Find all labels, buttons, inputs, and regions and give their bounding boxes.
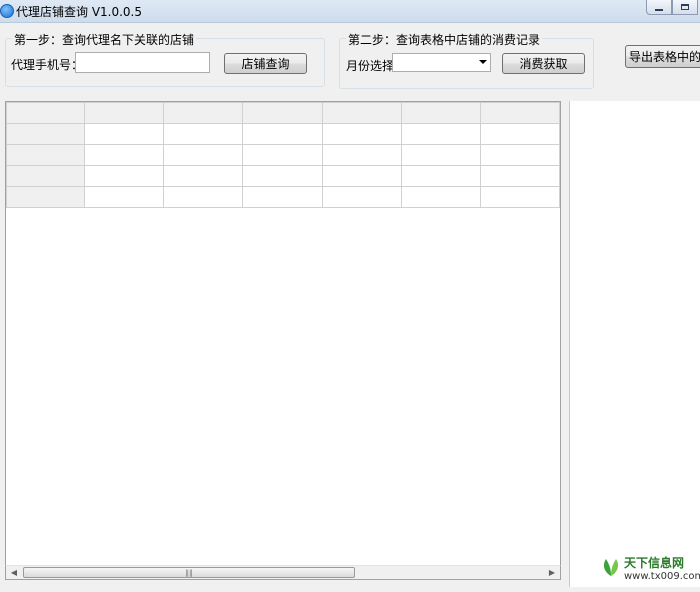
month-label: 月份选择 [346, 59, 395, 73]
maximize-icon [681, 4, 689, 10]
table-row [6, 165, 560, 187]
grid-cell[interactable] [479, 186, 560, 208]
grid-cell[interactable] [321, 123, 402, 145]
grid-row-header[interactable] [6, 165, 86, 187]
export-button[interactable]: 导出表格中的数 [625, 45, 700, 68]
grid-corner-cell [6, 102, 86, 124]
grid-row-header[interactable] [6, 186, 86, 208]
app-icon [0, 4, 14, 18]
grid-cell[interactable] [84, 165, 165, 187]
grid-cell[interactable] [163, 165, 244, 187]
table-row [6, 144, 560, 166]
scroll-left-arrow-icon[interactable]: ◀ [6, 566, 22, 579]
grid-cell[interactable] [479, 165, 560, 187]
month-select[interactable] [392, 53, 491, 72]
grid-cell[interactable] [479, 123, 560, 145]
grid-cell[interactable] [321, 186, 402, 208]
horizontal-scrollbar[interactable]: ◀ ‖‖ ▶ [5, 565, 561, 580]
grid-cell[interactable] [400, 123, 481, 145]
grid-cell[interactable] [321, 144, 402, 166]
step1-title: 第一步：查询代理名下关联的店铺 [12, 31, 197, 48]
minimize-button[interactable] [646, 0, 672, 15]
grid-cell[interactable] [400, 144, 481, 166]
grid-cell[interactable] [163, 123, 244, 145]
phone-label: 代理手机号： [11, 58, 84, 72]
grid-cell[interactable] [242, 186, 323, 208]
grid-cell[interactable] [400, 165, 481, 187]
watermark-url: www.tx009.com [624, 571, 700, 582]
grid-column-header[interactable] [479, 102, 560, 124]
minimize-icon [655, 8, 663, 11]
grid-cell[interactable] [242, 144, 323, 166]
grid-cell[interactable] [242, 165, 323, 187]
grid-cell[interactable] [84, 186, 165, 208]
data-grid[interactable] [5, 101, 561, 580]
output-panel[interactable] [569, 101, 700, 587]
grid-column-header[interactable] [84, 102, 165, 124]
grid-cell[interactable] [163, 144, 244, 166]
grid-column-header[interactable] [242, 102, 323, 124]
grid-cell[interactable] [400, 186, 481, 208]
window-title: 代理店铺查询 V1.0.0.5 [16, 5, 143, 19]
maximize-button[interactable] [672, 0, 698, 15]
grid-column-header[interactable] [321, 102, 402, 124]
consumption-fetch-button[interactable]: 消费获取 [502, 53, 585, 74]
grid-cell[interactable] [479, 144, 560, 166]
grid-column-header[interactable] [163, 102, 244, 124]
watermark-title: 天下信息网 [624, 556, 685, 570]
table-row [6, 186, 560, 208]
scroll-right-arrow-icon[interactable]: ▶ [544, 566, 560, 579]
store-query-button[interactable]: 店铺查询 [224, 53, 307, 74]
step2-title: 第二步：查询表格中店铺的消费记录 [346, 31, 543, 48]
grid-cell[interactable] [242, 123, 323, 145]
table-row [6, 123, 560, 145]
leaf-logo-icon [603, 559, 619, 576]
grid-table [6, 102, 560, 208]
window-controls [646, 0, 698, 16]
grid-row-header[interactable] [6, 144, 86, 166]
phone-input[interactable] [75, 52, 210, 73]
grid-column-header[interactable] [400, 102, 481, 124]
scroll-thumb[interactable]: ‖‖ [23, 567, 355, 578]
title-bar: 代理店铺查询 V1.0.0.5 [0, 0, 700, 23]
grid-row-header[interactable] [6, 123, 86, 145]
grid-header-row [6, 102, 560, 124]
dropdown-arrow-icon [479, 60, 487, 64]
grid-cell[interactable] [163, 186, 244, 208]
watermark: 天下信息网 www.tx009.com [600, 552, 700, 588]
grid-cell[interactable] [321, 165, 402, 187]
grid-cell[interactable] [84, 144, 165, 166]
grid-cell[interactable] [84, 123, 165, 145]
